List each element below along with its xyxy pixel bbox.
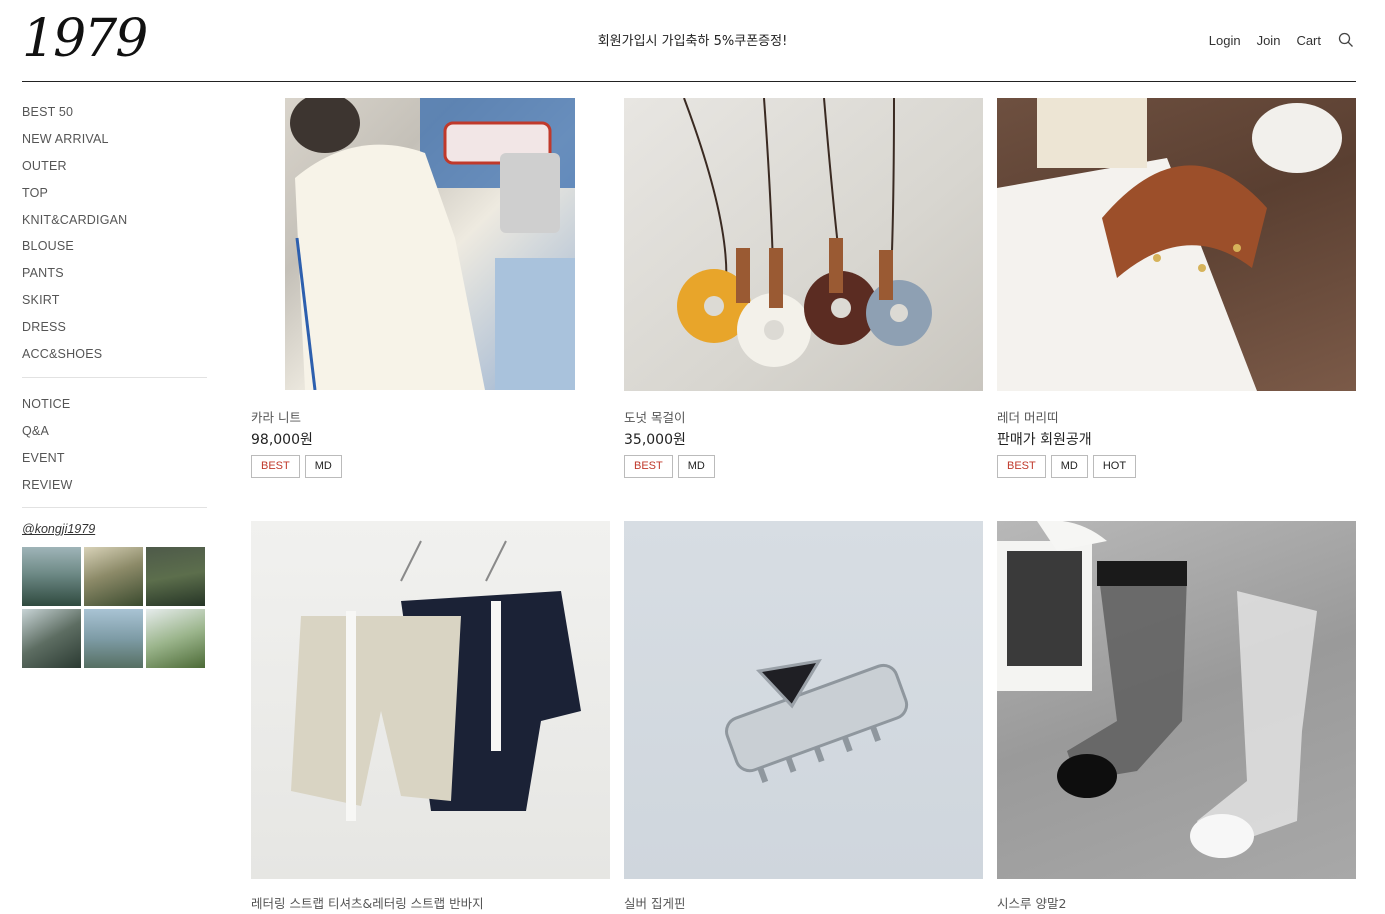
top-nav: Login Join Cart: [1209, 31, 1355, 49]
instagram-feed: [22, 547, 207, 669]
product-image[interactable]: [285, 98, 575, 390]
sidebar-item-new-arrival[interactable]: NEW ARRIVAL: [22, 125, 207, 152]
signup-banner: 회원가입시 가입축하 5%쿠폰증정!: [597, 34, 788, 49]
instagram-handle-link[interactable]: @kongji1979: [22, 522, 207, 536]
sidebar-item-review[interactable]: REVIEW: [22, 471, 207, 498]
product-card[interactable]: 레터링 스트랩 티셔츠&레터링 스트랩 반바지: [251, 521, 610, 914]
category-menu: BEST 50 NEW ARRIVAL OUTER TOP KNIT&CARDI…: [22, 98, 207, 367]
product-price: 98,000원: [251, 432, 313, 448]
product-name[interactable]: 시스루 양말2: [997, 893, 1066, 912]
instagram-thumbnail[interactable]: [22, 547, 81, 607]
login-link[interactable]: Login: [1209, 33, 1241, 48]
sidebar-item-knit-cardigan[interactable]: KNIT&CARDIGAN: [22, 206, 207, 233]
sidebar-item-pants[interactable]: PANTS: [22, 259, 207, 286]
sidebar-divider: [22, 376, 207, 378]
product-image[interactable]: [997, 521, 1356, 879]
best-badge: BEST: [997, 455, 1046, 478]
sidebar-item-best-50[interactable]: BEST 50: [22, 98, 207, 125]
search-icon[interactable]: [1337, 31, 1355, 49]
header-divider: [22, 81, 1356, 82]
product-image[interactable]: [251, 521, 610, 879]
sidebar-item-outer[interactable]: OUTER: [22, 152, 207, 179]
product-price: 판매가 회원공개: [997, 432, 1092, 448]
md-badge: MD: [677, 455, 715, 478]
product-image[interactable]: [624, 521, 983, 879]
product-tags: BEST MD: [624, 455, 715, 478]
best-badge: BEST: [251, 455, 300, 478]
instagram-thumbnail[interactable]: [84, 609, 143, 669]
sidebar-item-top[interactable]: TOP: [22, 179, 207, 206]
product-name[interactable]: 레더 머리띠: [997, 407, 1058, 426]
product-tags: BEST MD: [251, 455, 342, 478]
board-menu: NOTICE Q&A EVENT REVIEW: [22, 390, 207, 498]
product-card[interactable]: 실버 집게핀: [624, 521, 983, 914]
cart-link[interactable]: Cart: [1296, 33, 1321, 48]
sidebar-item-blouse[interactable]: BLOUSE: [22, 232, 207, 259]
product-card[interactable]: 도넛 목걸이 35,000원 BEST MD: [624, 98, 983, 480]
product-tags: BEST MD HOT: [997, 455, 1137, 478]
sidebar-divider: [22, 507, 207, 509]
sidebar-item-event[interactable]: EVENT: [22, 444, 207, 471]
product-name[interactable]: 레터링 스트랩 티셔츠&레터링 스트랩 반바지: [251, 893, 484, 912]
sidebar-item-acc-shoes[interactable]: ACC&SHOES: [22, 340, 207, 367]
sidebar-item-notice[interactable]: NOTICE: [22, 390, 207, 417]
sidebar-item-dress[interactable]: DRESS: [22, 313, 207, 340]
md-badge: MD: [1050, 455, 1088, 478]
sidebar: BEST 50 NEW ARRIVAL OUTER TOP KNIT&CARDI…: [22, 98, 207, 669]
sidebar-item-qna[interactable]: Q&A: [22, 417, 207, 444]
join-link[interactable]: Join: [1257, 33, 1281, 48]
product-card[interactable]: 시스루 양말2: [997, 521, 1356, 914]
sidebar-item-skirt[interactable]: SKIRT: [22, 286, 207, 313]
instagram-thumbnail[interactable]: [84, 547, 143, 607]
instagram-thumbnail[interactable]: [146, 609, 205, 669]
product-price: 35,000원: [624, 432, 686, 448]
instagram-thumbnail[interactable]: [22, 609, 81, 669]
product-name[interactable]: 카라 니트: [251, 407, 301, 426]
product-card[interactable]: 카라 니트 98,000원 BEST MD: [251, 98, 609, 480]
best-badge: BEST: [624, 455, 673, 478]
product-image[interactable]: [624, 98, 983, 391]
hot-badge: HOT: [1092, 455, 1137, 478]
product-name[interactable]: 도넛 목걸이: [624, 407, 685, 426]
product-image[interactable]: [997, 98, 1356, 391]
product-card[interactable]: 레더 머리띠 판매가 회원공개 BEST MD HOT: [997, 98, 1356, 480]
instagram-thumbnail[interactable]: [146, 547, 205, 607]
md-badge: MD: [304, 455, 342, 478]
product-name[interactable]: 실버 집게핀: [624, 893, 685, 912]
